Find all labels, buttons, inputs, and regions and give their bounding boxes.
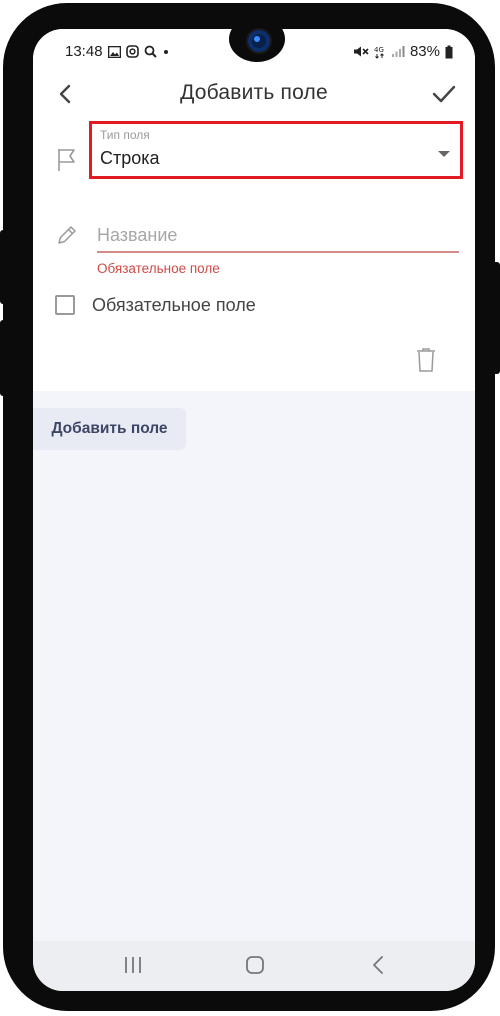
flag-icon bbox=[58, 149, 75, 171]
home-icon[interactable] bbox=[245, 955, 265, 975]
screen: 13:48 4G 83% Добавить поле Тип поля Стро… bbox=[33, 29, 475, 991]
status-right: 4G 83% bbox=[353, 43, 453, 60]
back-icon[interactable] bbox=[371, 955, 385, 975]
field-type-dropdown[interactable]: Тип поля Строка bbox=[89, 121, 463, 179]
check-icon[interactable] bbox=[429, 79, 459, 109]
gallery-icon bbox=[107, 45, 121, 58]
add-field-button[interactable]: Добавить поле bbox=[33, 408, 186, 450]
recents-icon[interactable] bbox=[123, 956, 143, 974]
signal-icon bbox=[391, 46, 405, 57]
pencil-icon bbox=[58, 226, 76, 244]
svg-text:4G: 4G bbox=[374, 46, 384, 54]
camera-lens bbox=[246, 28, 272, 54]
field-type-value: Строка bbox=[100, 148, 160, 168]
status-left: 13:48 bbox=[65, 43, 170, 60]
battery-percent: 83% bbox=[409, 43, 440, 60]
name-input[interactable] bbox=[97, 219, 459, 253]
dropdown-arrow-icon bbox=[438, 151, 450, 157]
4g-icon: 4G bbox=[374, 46, 384, 59]
status-time: 13:48 bbox=[65, 43, 103, 60]
page-title: Добавить поле bbox=[180, 81, 328, 104]
battery-icon bbox=[445, 45, 453, 58]
search-icon bbox=[144, 45, 157, 58]
volume-button bbox=[0, 230, 8, 304]
required-checkbox-label[interactable]: Обязательное поле bbox=[92, 295, 256, 316]
notification-dot-icon bbox=[163, 50, 168, 54]
instagram-icon bbox=[125, 45, 139, 58]
phone-frame: 13:48 4G 83% Добавить поле Тип поля Стро… bbox=[3, 3, 495, 1011]
front-camera bbox=[229, 16, 285, 62]
app-header: Добавить поле bbox=[33, 75, 475, 117]
field-type-label: Тип поля bbox=[100, 128, 150, 142]
name-error-text: Обязательное поле bbox=[97, 261, 220, 276]
bixby-button bbox=[0, 320, 8, 396]
required-checkbox[interactable] bbox=[55, 295, 75, 315]
power-button bbox=[492, 262, 500, 374]
mute-icon bbox=[353, 46, 369, 57]
system-nav-bar bbox=[33, 941, 475, 991]
trash-icon[interactable] bbox=[415, 347, 437, 373]
